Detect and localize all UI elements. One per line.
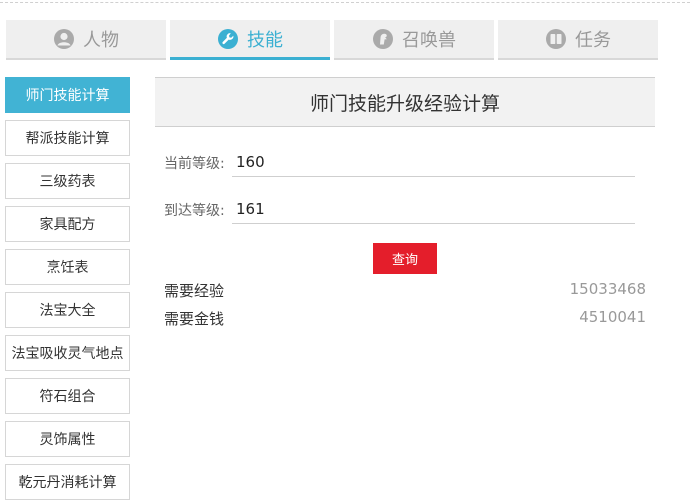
sidebar-item-label: 法宝吸收灵气地点	[11, 346, 124, 362]
sidebar-item-label: 帮派技能计算	[25, 131, 110, 147]
query-button[interactable]: 查询	[373, 243, 437, 274]
current-level-input[interactable]	[232, 147, 635, 177]
sidebar-item-ornament-attributes[interactable]: 灵饰属性	[5, 421, 130, 457]
current-level-label: 当前等级:	[164, 156, 225, 172]
sidebar-item-treasure-locations[interactable]: 法宝吸收灵气地点	[5, 335, 130, 371]
sidebar-item-furniture-recipe[interactable]: 家具配方	[5, 206, 130, 242]
result-row-money: 需要金钱 4510041	[164, 306, 646, 330]
target-level-label: 到达等级:	[164, 203, 225, 219]
target-level-row: 到达等级:	[164, 194, 635, 224]
sidebar-item-qianyuan-calc[interactable]: 乾元丹消耗计算	[5, 464, 130, 500]
tab-label: 技能	[247, 29, 283, 51]
result-row-exp: 需要经验 15033468	[164, 278, 646, 302]
sidebar-item-label: 法宝大全	[39, 303, 96, 319]
current-level-row: 当前等级:	[164, 147, 635, 177]
tab-label: 召唤兽	[402, 30, 456, 51]
calculator-panel: 师门技能升级经验计算 当前等级: 到达等级: 查询 需要经验 15033468 …	[155, 77, 655, 328]
sidebar-item-potion-table[interactable]: 三级药表	[5, 163, 130, 199]
sidebar-item-guild-skill[interactable]: 帮派技能计算	[5, 120, 130, 156]
sidebar-item-treasure-list[interactable]: 法宝大全	[5, 292, 130, 328]
tab-person[interactable]: 人物	[6, 20, 166, 60]
top-divider	[0, 2, 690, 3]
sidebar-item-cooking-table[interactable]: 烹饪表	[5, 249, 130, 285]
sidebar-item-label: 灵饰属性	[39, 432, 96, 448]
sidebar-item-label: 三级药表	[39, 174, 96, 190]
person-icon	[53, 28, 75, 50]
tab-summon[interactable]: 召唤兽	[334, 20, 494, 60]
book-icon	[545, 28, 567, 50]
required-exp-label: 需要经验	[164, 282, 225, 300]
required-money-label: 需要金钱	[164, 310, 225, 328]
sidebar-item-label: 师门技能计算	[25, 88, 110, 104]
required-exp-value: 15033468	[569, 280, 646, 298]
tab-skills[interactable]: 技能	[170, 20, 330, 60]
required-money-value: 4510041	[579, 308, 646, 326]
target-level-input[interactable]	[232, 194, 635, 224]
sidebar-item-school-skill[interactable]: 师门技能计算	[5, 77, 130, 113]
pet-icon	[372, 28, 394, 50]
top-tab-bar: 人物 技能 召唤兽 任务	[6, 20, 690, 60]
tab-label: 任务	[575, 30, 611, 51]
sidebar-item-label: 乾元丹消耗计算	[18, 475, 117, 491]
sidebar-item-label: 家具配方	[39, 217, 96, 233]
sidebar-item-label: 烹饪表	[46, 260, 89, 276]
wrench-icon	[217, 28, 239, 50]
tab-label: 人物	[83, 30, 119, 51]
tab-tasks[interactable]: 任务	[498, 20, 658, 60]
sidebar-item-rune-combos[interactable]: 符石组合	[5, 378, 130, 414]
sidebar-item-label: 符石组合	[39, 389, 96, 405]
page-title: 师门技能升级经验计算	[155, 77, 655, 127]
